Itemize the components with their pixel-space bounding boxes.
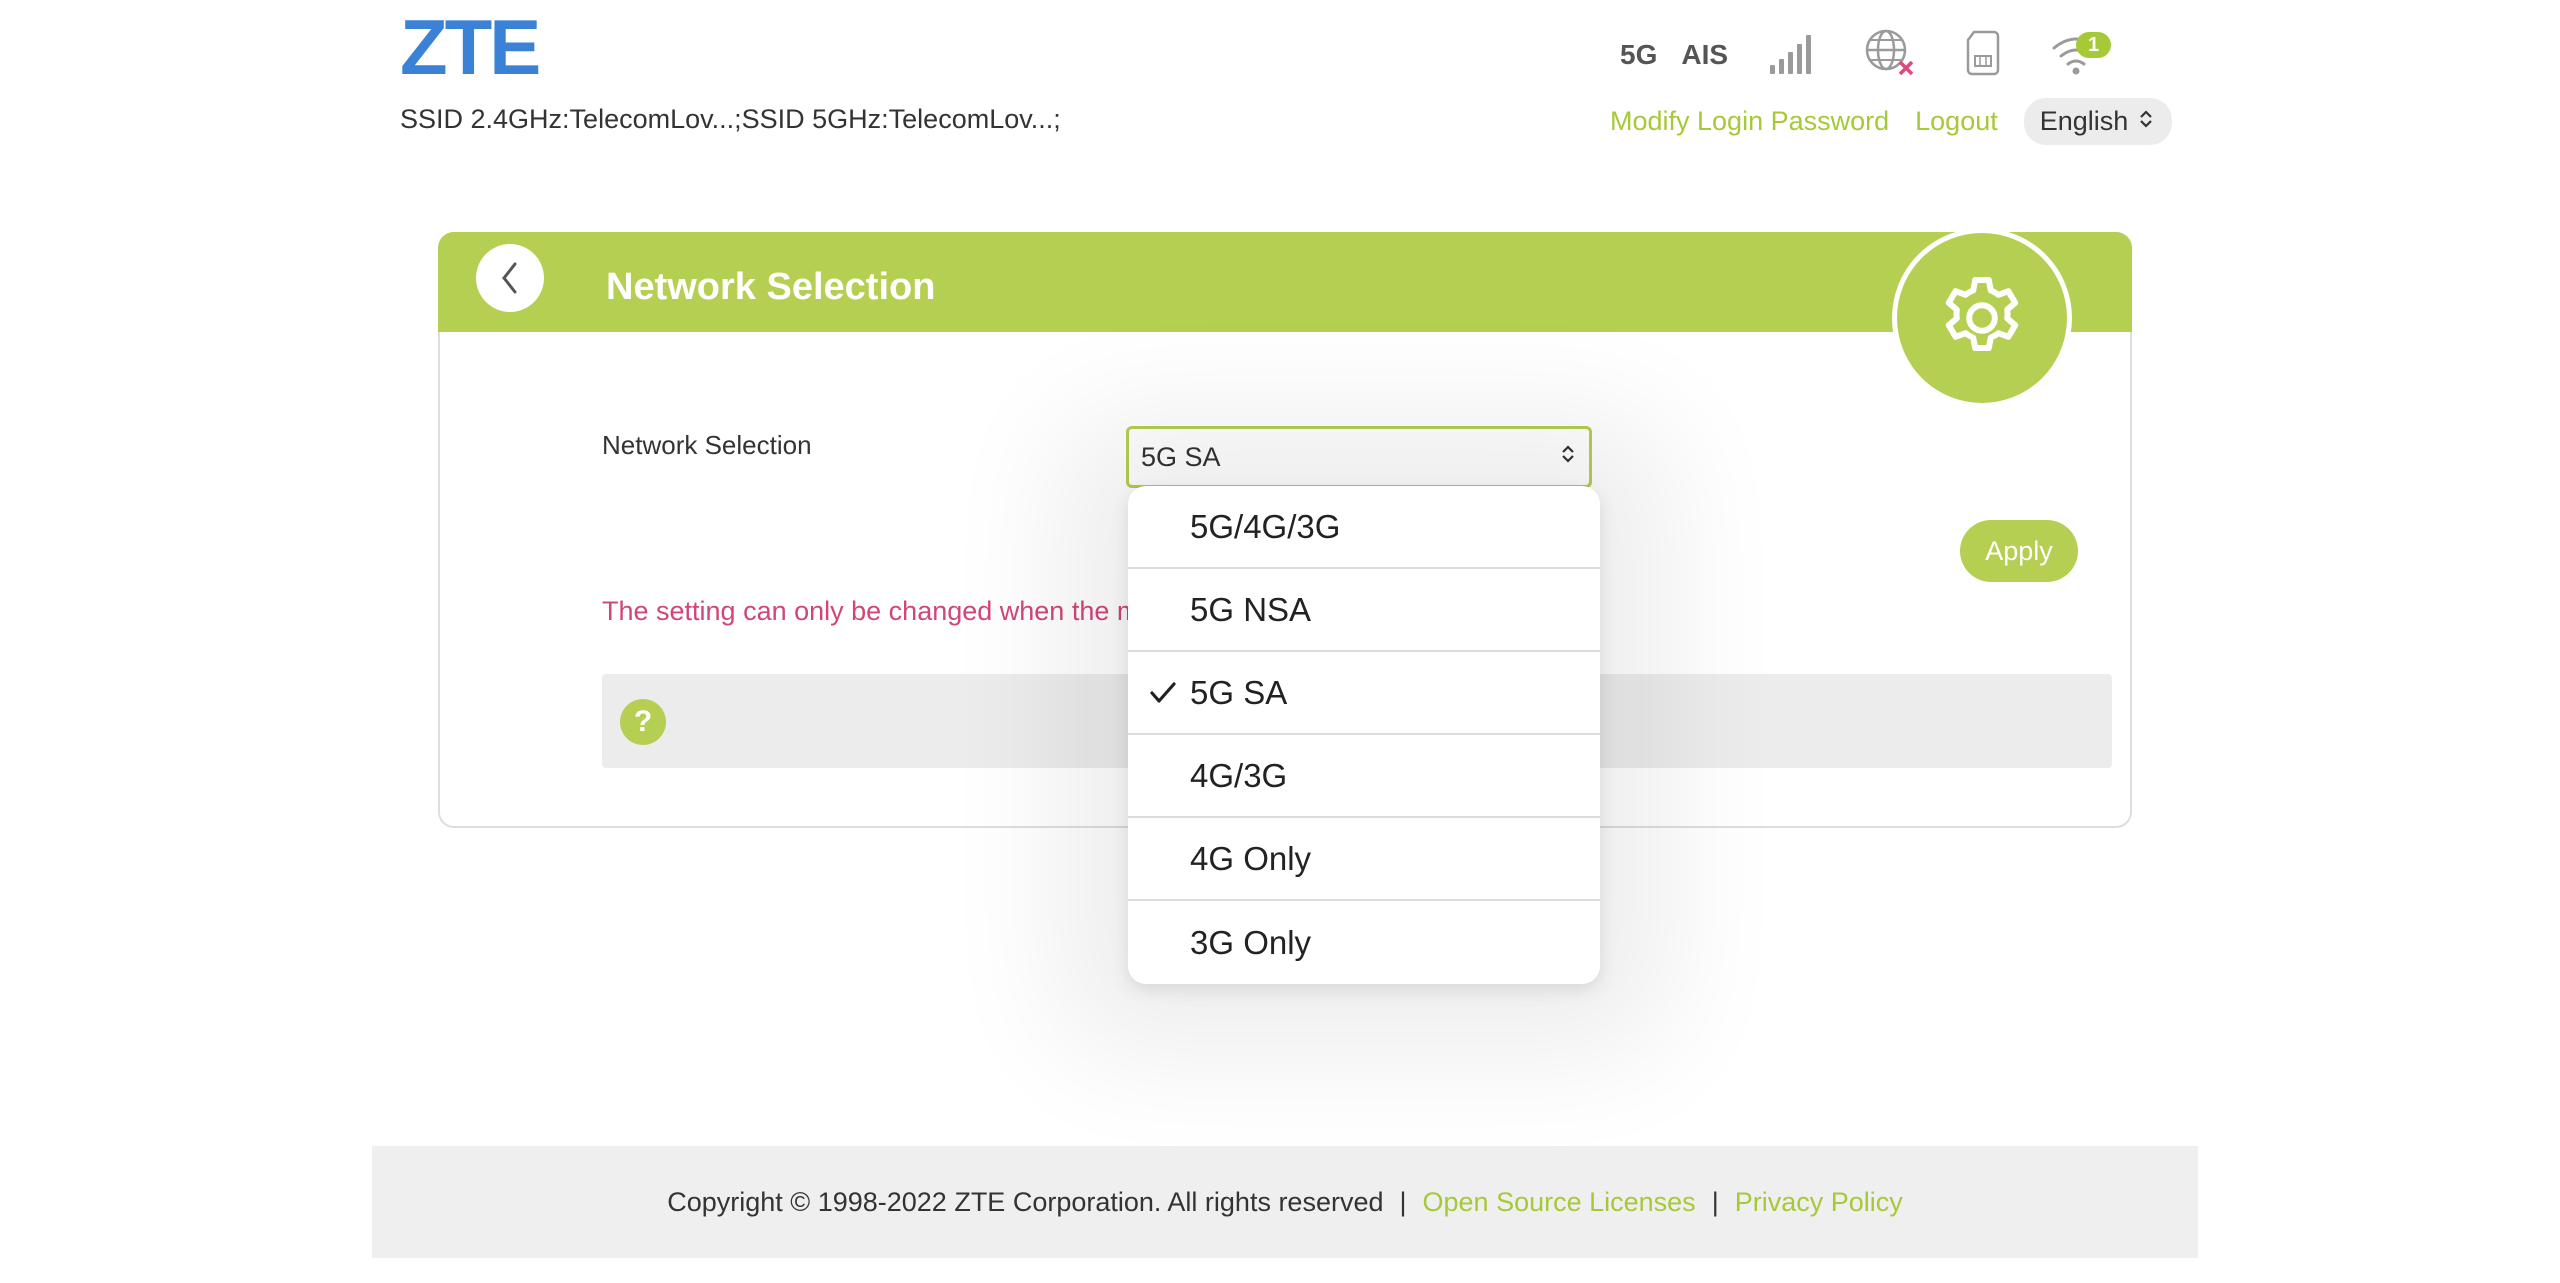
footer: Copyright © 1998-2022 ZTE Corporation. A… [372, 1146, 2198, 1258]
warning-text: The setting can only be changed when the… [602, 596, 1140, 626]
option-label: 5G SA [1190, 673, 1288, 711]
wifi-client-count: 1 [2076, 31, 2112, 58]
option-label: 4G/3G [1190, 756, 1288, 794]
apply-button[interactable]: Apply [1960, 520, 2078, 582]
select-value: 5G SA [1141, 441, 1221, 472]
language-value: English [2039, 106, 2129, 136]
dropdown-option[interactable]: 3G Only [1128, 901, 1600, 984]
back-button[interactable] [476, 244, 544, 312]
globe-disconnected-icon [1864, 28, 1918, 83]
dropdown-option-selected[interactable]: 5G SA [1128, 652, 1600, 735]
operator-name: AIS [1681, 39, 1729, 70]
privacy-policy-link[interactable]: Privacy Policy [1735, 1187, 1903, 1218]
language-select[interactable]: English [2023, 98, 2173, 145]
copyright-text: Copyright © 1998-2022 ZTE Corporation. A… [667, 1186, 1384, 1217]
dropdown-option[interactable]: 4G Only [1128, 818, 1600, 901]
top-links: Modify Login Password Logout English [1610, 98, 2173, 145]
status-bar: 5G AIS 1 [1620, 20, 2112, 90]
network-generation: 5G [1620, 39, 1658, 70]
dropdown-option[interactable]: 4G/3G [1128, 735, 1600, 818]
option-label: 4G Only [1190, 839, 1312, 877]
help-icon[interactable]: ? [620, 699, 666, 745]
checkmark-icon [1148, 678, 1178, 716]
dropdown-option[interactable]: 5G NSA [1128, 569, 1600, 652]
panel-title: Network Selection [606, 266, 936, 308]
updown-chevron-icon [2138, 106, 2154, 137]
chevron-left-icon [502, 262, 517, 294]
gear-icon [1945, 277, 2019, 351]
network-selection-label: Network Selection [602, 430, 812, 460]
open-source-link[interactable]: Open Source Licenses [1423, 1187, 1696, 1218]
logout-link[interactable]: Logout [1915, 106, 1998, 137]
updown-chevron-icon [1559, 442, 1577, 473]
settings-badge [1892, 228, 2072, 408]
dropdown-option[interactable]: 5G/4G/3G [1128, 486, 1600, 569]
option-label: 5G/4G/3G [1190, 507, 1341, 545]
zte-logo[interactable]: ZTE [400, 8, 541, 86]
panel-header: Network Selection [438, 232, 2132, 332]
signal-bars-icon [1768, 31, 1818, 80]
footer-separator: | [1399, 1186, 1407, 1217]
router-admin-page: ZTE SSID 2.4GHz:TelecomLov...;SSID 5GHz:… [0, 0, 2560, 1283]
option-label: 5G NSA [1190, 590, 1312, 628]
wifi-status: 1 [2050, 28, 2112, 83]
modify-password-link[interactable]: Modify Login Password [1610, 106, 1889, 137]
option-label: 3G Only [1190, 923, 1312, 961]
ssid-info: SSID 2.4GHz:TelecomLov...;SSID 5GHz:Tele… [400, 104, 1061, 134]
network-mode-dropdown: 5G/4G/3G 5G NSA 5G SA 4G/3G 4G Only 3G O… [1128, 486, 1600, 984]
footer-separator: | [1711, 1186, 1719, 1217]
network-selection-select[interactable]: 5G SA [1126, 426, 1592, 488]
sim-card-icon [1964, 28, 2004, 83]
